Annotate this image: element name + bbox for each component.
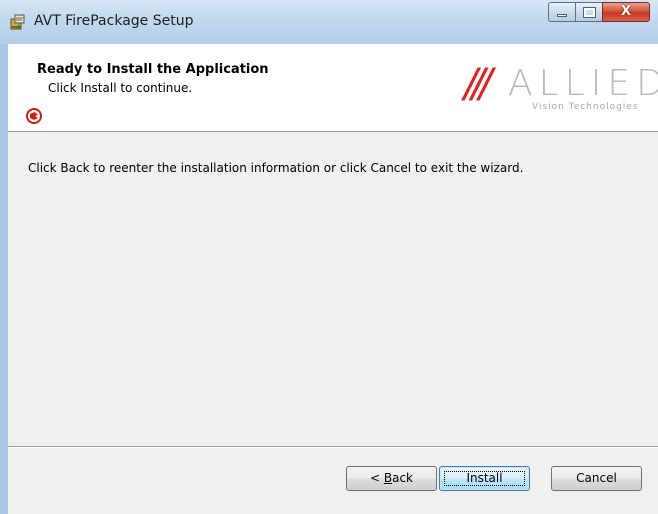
banner-subtitle: Click Install to continue. [48, 81, 193, 95]
maximize-icon [583, 7, 596, 18]
caption-buttons: X [548, 2, 650, 24]
logo-tagline: Vision Technologies [532, 102, 639, 112]
window-title: AVT FirePackage Setup [34, 13, 194, 29]
title-bar[interactable]: AVT FirePackage Setup X [0, 0, 658, 44]
logo-wordmark: ALLIED [508, 63, 658, 104]
close-icon: X [620, 4, 632, 19]
install-button[interactable]: Install [439, 466, 530, 491]
dialog-client-area: Ready to Install the Application Click I… [8, 44, 658, 514]
minimize-icon [557, 14, 567, 17]
banner-title: Ready to Install the Application [37, 62, 269, 77]
maximize-button[interactable] [575, 2, 602, 22]
setup-window: AVT FirePackage Setup X Ready to Install… [0, 0, 658, 514]
install-label: Install [466, 471, 503, 485]
close-button[interactable]: X [602, 2, 650, 22]
minimize-button[interactable] [548, 2, 575, 22]
button-separator [8, 446, 658, 448]
installer-package-icon [10, 14, 25, 30]
shield-badge-icon [26, 108, 42, 124]
header-banner: Ready to Install the Application Click I… [8, 44, 658, 132]
back-button[interactable]: < Back [346, 466, 437, 491]
instruction-text: Click Back to reenter the installation i… [28, 161, 524, 175]
cancel-label: Cancel [576, 471, 617, 485]
back-label: < Back [369, 471, 413, 485]
cancel-button[interactable]: Cancel [551, 466, 642, 491]
allied-logo: /// ALLIED Vision Technologies [464, 61, 658, 116]
logo-slashes: /// [464, 61, 493, 107]
